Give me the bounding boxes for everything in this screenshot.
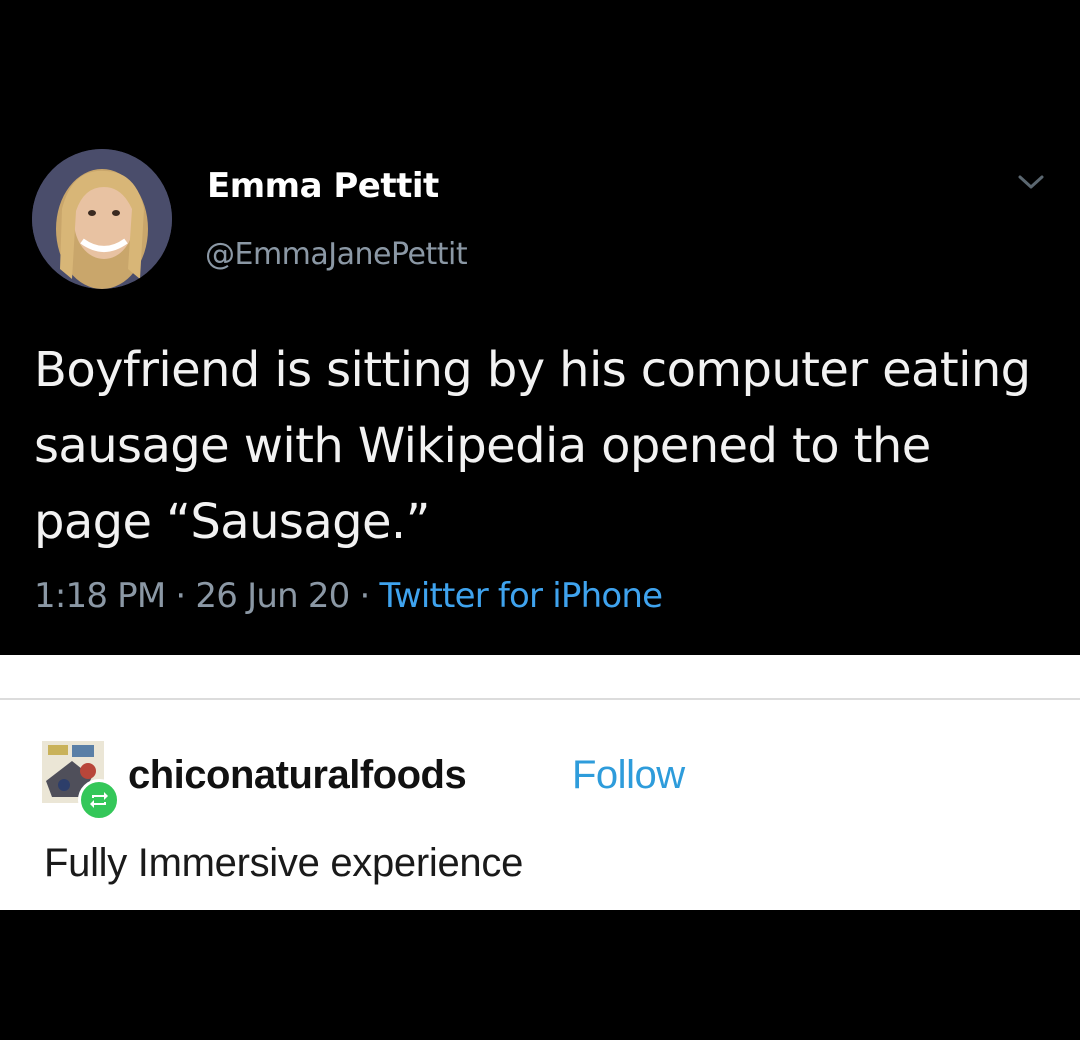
reblog-icon xyxy=(78,779,120,821)
blog-username[interactable]: chiconaturalfoods xyxy=(128,753,467,798)
divider xyxy=(0,698,1080,700)
bottom-bar xyxy=(0,910,1080,1040)
user-handle[interactable]: @EmmaJanePettit xyxy=(205,237,468,272)
tweet-card: Emma Pettit @EmmaJanePettit Boyfriend is… xyxy=(0,0,1080,655)
tweet-text: Boyfriend is sitting by his computer eat… xyxy=(34,342,1031,550)
chevron-down-icon[interactable] xyxy=(1016,172,1046,192)
profile-avatar[interactable] xyxy=(32,149,172,289)
follow-button[interactable]: Follow xyxy=(572,753,685,798)
avatar-image xyxy=(32,149,172,289)
post-caption: Fully Immersive experience xyxy=(44,841,524,885)
tumblr-post: chiconaturalfoods Follow Fully Immersive… xyxy=(0,655,1080,910)
tweet-meta: 1:18 PM · 26 Jun 20 · Twitter for iPhone xyxy=(34,576,663,616)
tweet-source[interactable]: Twitter for iPhone xyxy=(380,576,663,616)
tweet-timestamp[interactable]: 1:18 PM · 26 Jun 20 · xyxy=(34,576,380,616)
display-name[interactable]: Emma Pettit xyxy=(207,166,439,206)
